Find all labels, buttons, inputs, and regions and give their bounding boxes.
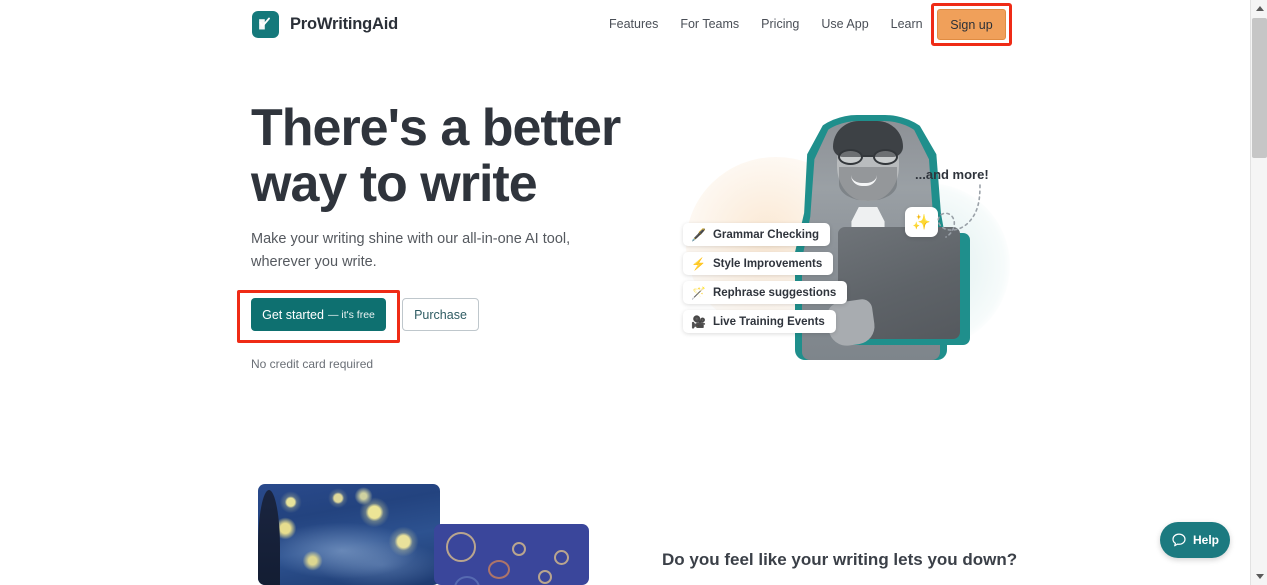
feature-pill-list: 🖋️ Grammar Checking ⚡ Style Improvements… xyxy=(683,223,848,333)
help-button[interactable]: Help xyxy=(1160,522,1230,558)
scrollbar-thumb[interactable] xyxy=(1252,18,1267,158)
starry-night-thumbnail xyxy=(258,484,440,585)
brand-name: ProWritingAid xyxy=(290,15,399,33)
feature-pill-style-improvements: ⚡ Style Improvements xyxy=(683,252,834,275)
help-label: Help xyxy=(1192,533,1219,547)
section-heading: Do you feel like your writing lets you d… xyxy=(662,550,1018,569)
feature-pill-label: Rephrase suggestions xyxy=(712,286,837,299)
page-title: There's a better way to write xyxy=(251,99,621,213)
get-started-label: Get started xyxy=(262,307,324,322)
feature-pill-live-training-events: 🎥 Live Training Events xyxy=(683,310,836,333)
nav-link-learn[interactable]: Learn xyxy=(880,12,934,36)
signup-button[interactable]: Sign up xyxy=(937,9,1006,40)
feature-pill-rephrase-suggestions: 🪄 Rephrase suggestions xyxy=(683,281,848,304)
video-camera-icon: 🎥 xyxy=(691,314,706,329)
chat-bubble-icon xyxy=(1172,533,1186,547)
page-root: ProWritingAid Features For Teams Pricing… xyxy=(0,0,1267,585)
nav-link-for-teams[interactable]: For Teams xyxy=(669,12,750,36)
magic-wand-icon: 🪄 xyxy=(691,285,706,300)
doodle-swirl xyxy=(512,542,526,556)
site-header: ProWritingAid Features For Teams Pricing… xyxy=(0,0,1250,49)
doodle-swirl xyxy=(538,570,552,584)
feature-pill-label: Grammar Checking xyxy=(712,228,820,241)
doodle-swirl xyxy=(454,576,480,585)
nav-link-pricing[interactable]: Pricing xyxy=(750,12,810,36)
doodle-swirl xyxy=(446,532,476,562)
blue-doodle-card xyxy=(434,524,589,585)
nav-link-features[interactable]: Features xyxy=(598,12,669,36)
cypress-tree-shape xyxy=(258,490,280,585)
pen-icon: 🖋️ xyxy=(691,227,706,242)
feature-pill-label: Style Improvements xyxy=(712,257,823,270)
book-check-icon xyxy=(252,11,279,38)
brand-logo[interactable]: ProWritingAid xyxy=(252,11,398,38)
get-started-button[interactable]: Get started — it's free xyxy=(251,298,386,331)
scroll-up-arrow-icon[interactable] xyxy=(1251,0,1267,17)
hero-subtitle: Make your writing shine with our all-in-… xyxy=(251,231,571,270)
purchase-button[interactable]: Purchase xyxy=(402,298,479,331)
feature-pill-label: Live Training Events xyxy=(712,315,825,328)
signup-highlight-box: Sign up xyxy=(931,3,1012,46)
and-more-annotation: ...and more! xyxy=(915,167,989,182)
doodle-swirl xyxy=(488,560,510,579)
get-started-free-suffix: — it's free xyxy=(327,308,375,321)
glasses-icon xyxy=(836,149,900,165)
curly-arrow-icon xyxy=(937,184,981,238)
nav-link-use-app[interactable]: Use App xyxy=(810,12,879,36)
scroll-down-arrow-icon[interactable] xyxy=(1251,568,1267,585)
lightning-icon: ⚡ xyxy=(691,256,706,271)
hero-illustration: ✨ ...and more! 🖋️ Grammar Checking ⚡ Sty… xyxy=(660,105,1010,370)
vertical-scrollbar[interactable] xyxy=(1250,0,1267,585)
doodle-swirl xyxy=(554,550,569,565)
feature-pill-grammar-checking: 🖋️ Grammar Checking xyxy=(683,223,831,246)
no-credit-card-note: No credit card required xyxy=(251,357,374,371)
